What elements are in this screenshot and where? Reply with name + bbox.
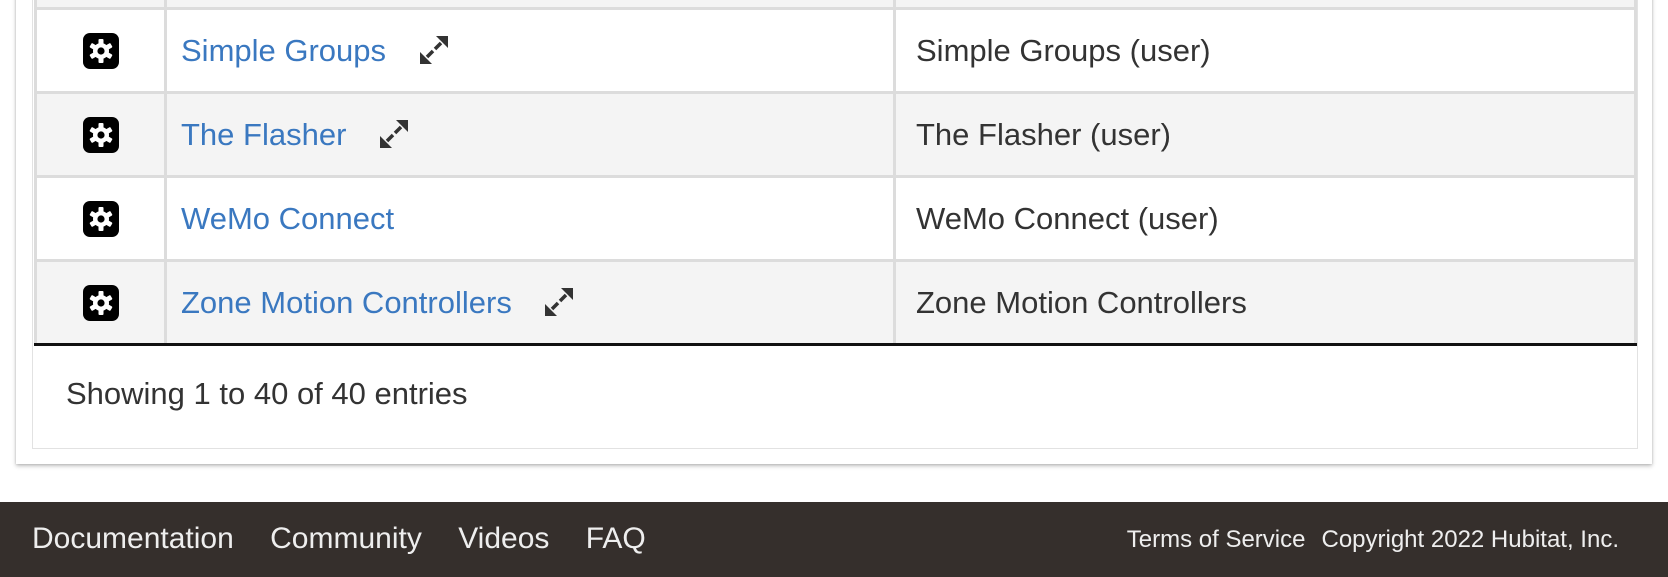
app-type: Simple Groups (user) (893, 7, 1637, 94)
expand-arrows-icon[interactable] (417, 33, 451, 67)
footer-link-documentation[interactable]: Documentation (32, 522, 234, 555)
footer-legal: Terms of Service Copyright 2022 Hubitat, … (1127, 526, 1619, 554)
footer-nav: Documentation Community Videos FAQ (32, 522, 674, 556)
app-name-link[interactable]: Zone Motion Controllers (181, 285, 512, 320)
table-row-partial (34, 0, 1637, 10)
footer-link-videos[interactable]: Videos (458, 522, 549, 555)
footer-link-community[interactable]: Community (270, 522, 422, 555)
app-type: The Flasher (user) (893, 91, 1637, 178)
apps-table: Simple Groups Simple Groups (user) The F… (34, 0, 1637, 346)
gear-icon[interactable] (82, 117, 119, 154)
table-row: Simple Groups Simple Groups (user) (34, 7, 1637, 94)
gear-icon[interactable] (82, 201, 119, 238)
terms-of-service-link[interactable]: Terms of Service (1127, 526, 1306, 553)
gear-icon[interactable] (82, 33, 119, 70)
table-row: The Flasher The Flasher (user) (34, 91, 1637, 178)
app-type: WeMo Connect (user) (893, 175, 1637, 262)
expand-arrows-icon[interactable] (542, 285, 576, 319)
app-type: Zone Motion Controllers (893, 259, 1637, 346)
footer-link-faq[interactable]: FAQ (586, 522, 646, 555)
copyright-text: Copyright 2022 Hubitat, Inc. (1321, 526, 1619, 553)
app-name-link[interactable]: Simple Groups (181, 33, 386, 68)
app-name-link[interactable]: WeMo Connect (181, 201, 394, 236)
table-row: Zone Motion Controllers Zone Motion Cont… (34, 259, 1637, 346)
gear-icon[interactable] (82, 285, 119, 322)
table-row: WeMo Connect WeMo Connect (user) (34, 175, 1637, 262)
app-name-link[interactable]: The Flasher (181, 117, 346, 152)
expand-arrows-icon[interactable] (377, 117, 411, 151)
footer-bar: Documentation Community Videos FAQ Terms… (0, 502, 1668, 577)
table-info: Showing 1 to 40 of 40 entries (66, 376, 468, 411)
